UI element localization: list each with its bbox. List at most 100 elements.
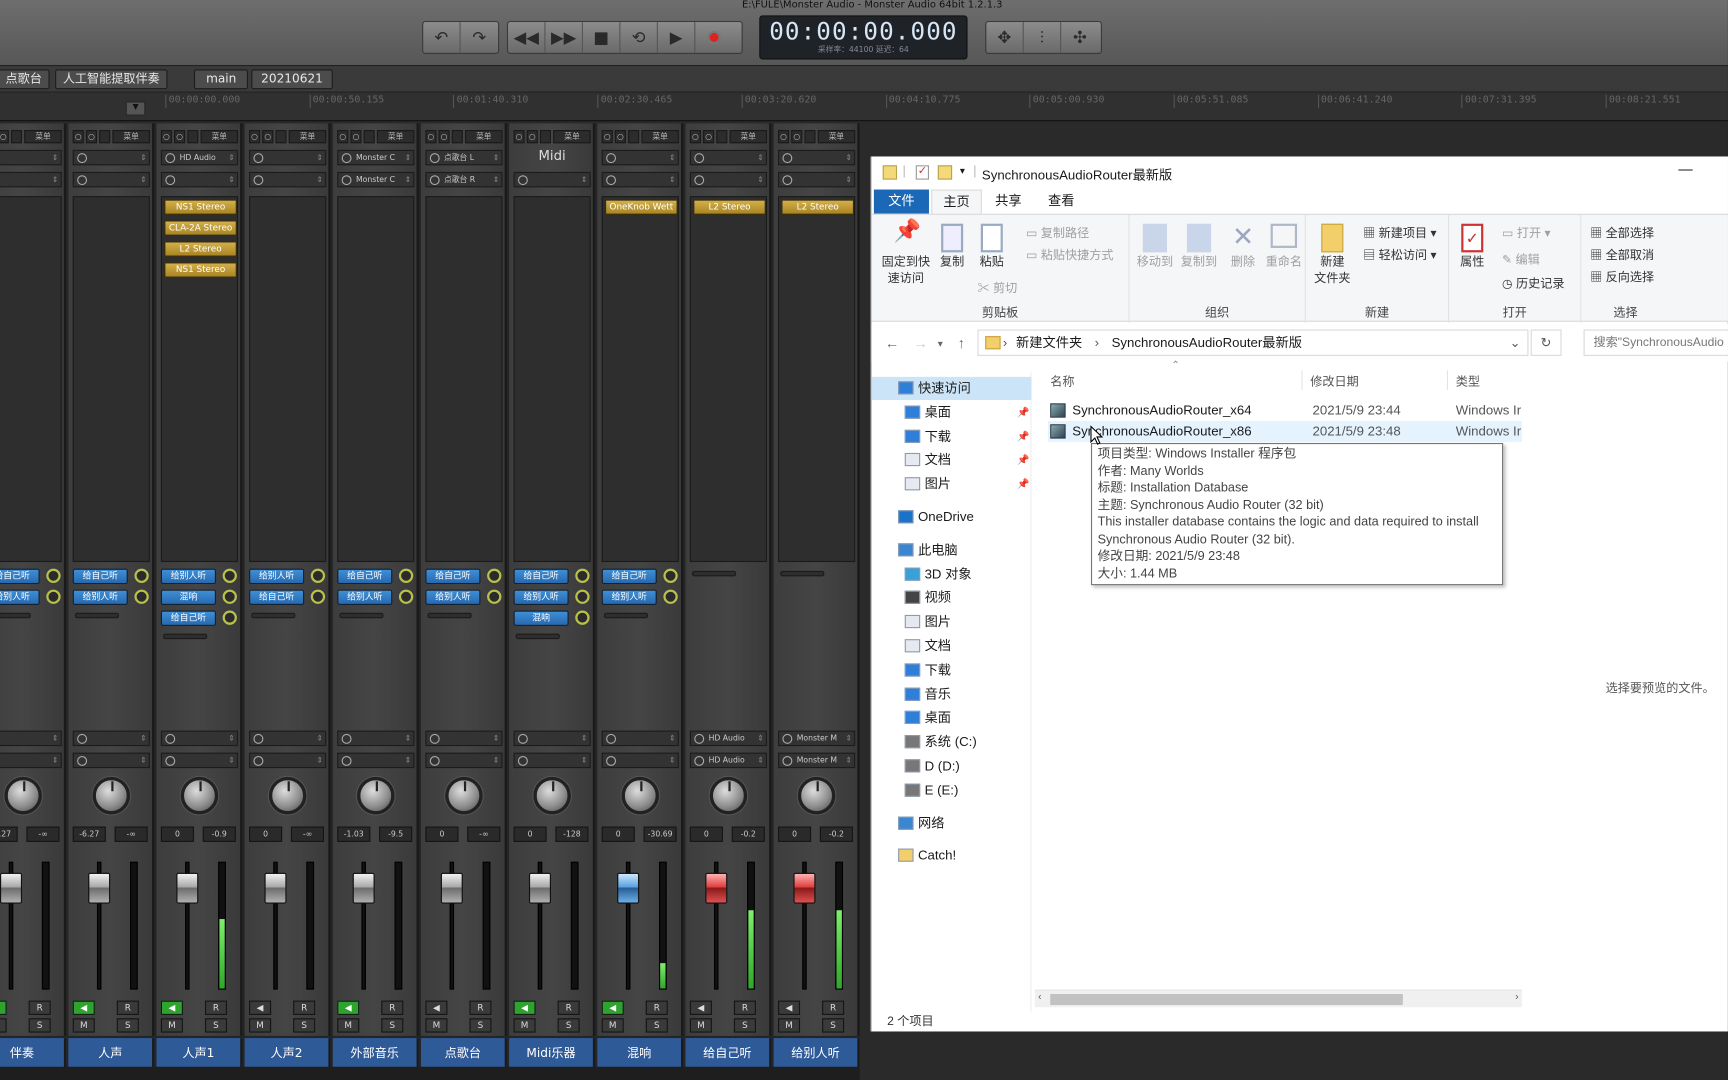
power-icon[interactable]: ○: [513, 130, 525, 144]
strip-option-icon[interactable]: [363, 130, 375, 144]
power-icon[interactable]: ○: [425, 130, 437, 144]
menu-button[interactable]: 菜单: [553, 130, 591, 144]
channel-name[interactable]: Midi乐器: [509, 1038, 596, 1069]
solo-button[interactable]: S: [469, 1018, 492, 1033]
new-item-button[interactable]: ▦ 新建项目 ▾: [1363, 224, 1436, 242]
mute-button[interactable]: M: [72, 1018, 95, 1033]
project-tab[interactable]: 人工智能提取伴奏: [55, 69, 168, 90]
record-arm-button[interactable]: R: [645, 1000, 668, 1015]
monitor-button[interactable]: ◀: [513, 1000, 536, 1015]
sidechain-select[interactable]: Monster M: [778, 730, 856, 747]
send-button[interactable]: 给自己听: [0, 568, 40, 585]
send-level-knob[interactable]: [487, 568, 502, 583]
send-level-knob[interactable]: [663, 568, 678, 583]
cut-button[interactable]: ✂ 剪切: [977, 279, 1017, 297]
undo-icon[interactable]: ↶: [423, 22, 461, 53]
select-none-button[interactable]: ▦ 全部取消: [1590, 246, 1654, 264]
send-button[interactable]: 给别人听: [0, 589, 40, 605]
input-monitor-icon[interactable]: ○: [526, 130, 538, 144]
plugin-slot[interactable]: L2 Stereo: [781, 199, 855, 215]
record-icon[interactable]: [695, 22, 732, 53]
strip-option-icon[interactable]: [539, 130, 551, 144]
nav-item[interactable]: Catch!: [872, 845, 1032, 868]
send-button[interactable]: 给自己听: [72, 568, 128, 585]
output-select[interactable]: [778, 171, 856, 188]
send-level-knob[interactable]: [663, 589, 678, 604]
tab-file[interactable]: 文件: [873, 189, 929, 214]
minimize-button[interactable]: —: [1678, 161, 1692, 178]
power-icon[interactable]: ○: [160, 130, 172, 144]
power-icon[interactable]: ○: [249, 130, 261, 144]
pan-knob[interactable]: [621, 776, 659, 815]
mute-button[interactable]: M: [337, 1018, 360, 1033]
up-icon[interactable]: ↑: [958, 335, 965, 352]
nav-item[interactable]: 图片: [872, 611, 1032, 634]
invert-selection-button[interactable]: ▦ 反向选择: [1590, 268, 1654, 286]
redo-icon[interactable]: ↷: [461, 22, 498, 53]
send-button[interactable]: 给别人听: [337, 589, 393, 605]
strip-option-icon[interactable]: [804, 130, 816, 144]
strip-option-icon[interactable]: [187, 130, 199, 144]
monitor-button[interactable]: ◀: [689, 1000, 712, 1015]
open-button[interactable]: ▭ 打开 ▾: [1502, 224, 1551, 242]
send-add-slot[interactable]: [74, 612, 120, 619]
tab-view[interactable]: 查看: [1037, 190, 1086, 214]
strip-option-icon[interactable]: [628, 130, 640, 144]
pan-knob[interactable]: [797, 776, 836, 815]
forward-icon[interactable]: →: [914, 335, 928, 352]
input-monitor-icon[interactable]: ○: [703, 130, 715, 144]
send-level-knob[interactable]: [398, 589, 414, 604]
breadcrumb-current[interactable]: SynchronousAudioRouter最新版: [1112, 335, 1302, 350]
send-level-knob[interactable]: [487, 589, 502, 604]
timeline-ruler[interactable]: ▼ 00:00:00.000 00:00:50.155 00:01:40.310 00…: [0, 92, 1728, 122]
output-select[interactable]: [601, 171, 679, 188]
solo-button[interactable]: S: [822, 1018, 845, 1033]
record-arm-button[interactable]: R: [733, 1000, 756, 1015]
sidechain-select[interactable]: [160, 730, 239, 747]
rename-button[interactable]: 重命名: [1264, 223, 1304, 271]
volume-fader[interactable]: [176, 872, 199, 904]
pin-button[interactable]: 📌 固定到快 速访问: [878, 220, 933, 288]
pin-icon[interactable]: 📌: [1017, 473, 1029, 496]
qa-dropdown-icon[interactable]: ▾: [960, 165, 965, 177]
output-select[interactable]: [0, 171, 62, 188]
solo-button[interactable]: S: [733, 1018, 756, 1033]
record-arm-button[interactable]: R: [822, 1000, 845, 1015]
output-bus-select[interactable]: [0, 752, 62, 769]
send-button[interactable]: 混响: [160, 589, 216, 605]
volume-fader[interactable]: [440, 872, 463, 904]
output-bus-select[interactable]: [72, 752, 150, 769]
power-icon[interactable]: ○: [72, 130, 84, 144]
refresh-icon[interactable]: ↻: [1530, 329, 1562, 356]
output-select[interactable]: [160, 171, 239, 188]
address-dropdown-icon[interactable]: ⌄: [1510, 331, 1521, 355]
input-select[interactable]: [778, 149, 856, 166]
monitor-button[interactable]: ◀: [249, 1000, 272, 1015]
send-level-knob[interactable]: [575, 589, 590, 604]
nav-item[interactable]: 桌面 📌: [872, 401, 1032, 424]
output-bus-select[interactable]: HD Audio: [689, 752, 767, 769]
stop-icon[interactable]: ■: [583, 22, 621, 53]
power-icon[interactable]: ○: [337, 130, 349, 144]
plugin-slot[interactable]: L2 Stereo: [164, 241, 237, 257]
channel-name[interactable]: 点歌台: [420, 1038, 507, 1069]
send-button[interactable]: 混响: [513, 610, 569, 626]
output-bus-select[interactable]: [249, 752, 327, 769]
send-level-knob[interactable]: [46, 568, 61, 583]
channel-name[interactable]: 伴奏: [0, 1038, 67, 1069]
input-select[interactable]: HD Audio: [160, 149, 239, 166]
sidechain-select[interactable]: [249, 730, 327, 747]
output-bus-select[interactable]: [337, 752, 415, 769]
sidechain-select[interactable]: [601, 730, 679, 747]
nav-item[interactable]: 网络: [872, 812, 1032, 835]
output-select[interactable]: [249, 171, 327, 188]
strip-option-icon[interactable]: [11, 130, 23, 144]
nav-item[interactable]: OneDrive: [872, 506, 1032, 529]
power-icon[interactable]: ○: [601, 130, 613, 144]
send-add-slot[interactable]: [251, 612, 296, 619]
strip-option-icon[interactable]: [451, 130, 463, 144]
output-select[interactable]: [689, 171, 767, 188]
send-level-knob[interactable]: [222, 568, 237, 583]
send-add-slot[interactable]: [339, 612, 384, 619]
strip-option-icon[interactable]: [99, 130, 111, 144]
